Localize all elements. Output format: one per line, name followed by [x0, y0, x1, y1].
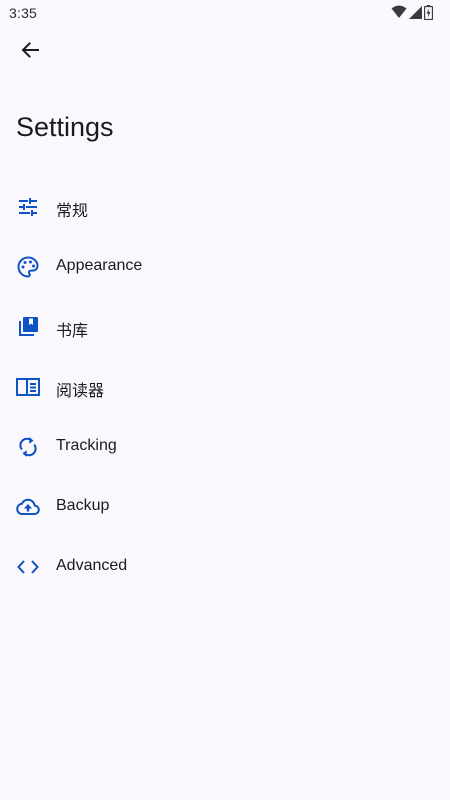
library-icon — [16, 315, 40, 339]
tune-icon — [16, 195, 40, 219]
settings-item-backup[interactable]: Backup — [0, 476, 450, 536]
settings-item-library[interactable]: 书库 — [0, 296, 450, 356]
settings-item-label: Appearance — [56, 257, 143, 274]
settings-item-label: Backup — [56, 497, 110, 514]
status-icons — [391, 4, 433, 20]
cloud-upload-icon — [16, 495, 40, 519]
reader-icon — [16, 375, 40, 399]
settings-list: 常规 Appearance 书库 阅读器 Tracking Backup Adv… — [0, 176, 450, 596]
settings-item-label: Advanced — [56, 557, 128, 574]
settings-item-label: 书库 — [56, 323, 89, 340]
settings-item-label: 常规 — [56, 203, 89, 220]
settings-item-tracking[interactable]: Tracking — [0, 416, 450, 476]
back-button[interactable] — [14, 36, 46, 68]
status-time: 3:35 — [9, 5, 38, 21]
settings-item-reader[interactable]: 阅读器 — [0, 356, 450, 416]
battery-icon — [424, 4, 433, 20]
wifi-icon — [391, 5, 407, 19]
settings-item-appearance[interactable]: Appearance — [0, 236, 450, 296]
page-title: Settings — [16, 112, 114, 142]
settings-item-label: 阅读器 — [56, 383, 105, 400]
settings-screen: 3:35 Settings 常规 Appearance 书库 阅读器 Track… — [0, 0, 450, 800]
arrow-back-icon — [21, 41, 39, 64]
code-icon — [16, 555, 40, 579]
settings-item-label: Tracking — [56, 437, 117, 454]
settings-item-advanced[interactable]: Advanced — [0, 536, 450, 596]
cell-signal-icon — [409, 5, 422, 19]
palette-icon — [16, 255, 40, 279]
settings-item-general[interactable]: 常规 — [0, 176, 450, 236]
status-bar: 3:35 — [0, 0, 450, 26]
sync-icon — [16, 435, 40, 459]
